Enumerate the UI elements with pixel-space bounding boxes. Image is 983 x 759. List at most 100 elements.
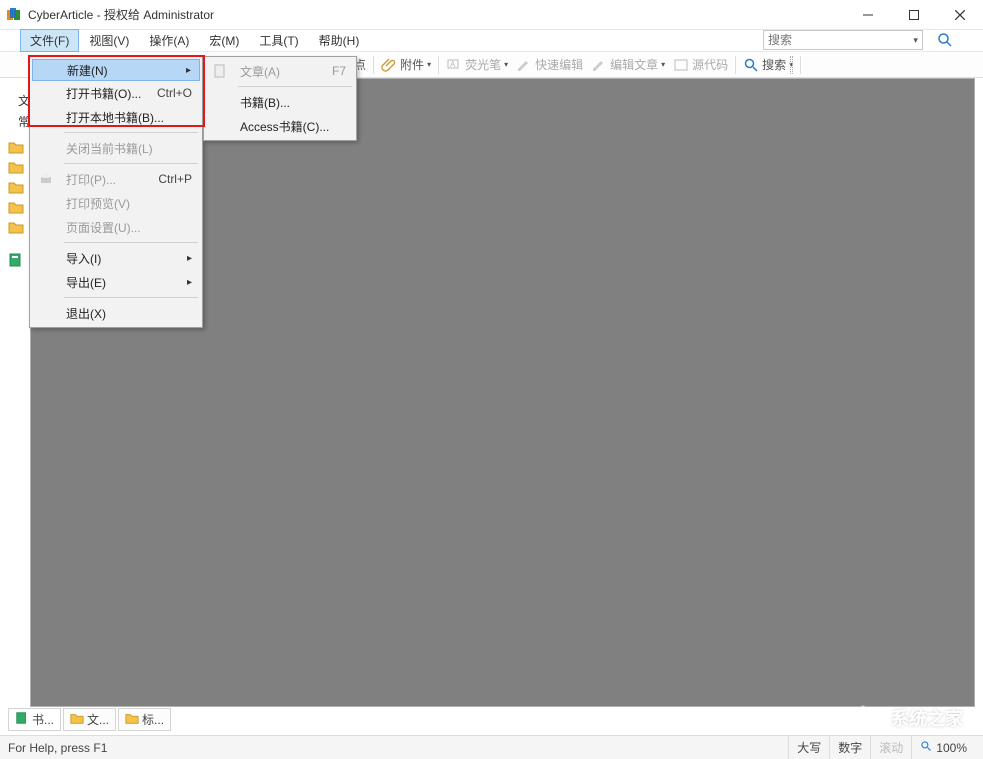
menu-shortcut: Ctrl+O <box>157 86 192 100</box>
menu-macro[interactable]: 宏(M) <box>199 29 249 52</box>
tab-docs[interactable]: 文... <box>63 708 116 731</box>
submenu-arrow-icon: ▸ <box>186 65 191 76</box>
submenu-item-access-book[interactable]: Access书籍(C)... <box>206 114 354 138</box>
menu-item-close-current: 关闭当前书籍(L) <box>32 136 200 160</box>
folder-icon[interactable] <box>8 140 24 154</box>
window-controls <box>845 0 983 30</box>
menu-separator <box>64 132 198 133</box>
status-caps: 大写 <box>788 736 829 759</box>
watermark-text: 系统之家 <box>891 705 963 731</box>
toolbar-search[interactable]: 搜索 ▾ <box>740 54 796 75</box>
close-button[interactable] <box>937 0 983 30</box>
separator <box>373 56 374 74</box>
separator <box>438 56 439 74</box>
bottom-tabs: 书... 文... 标... <box>8 708 171 731</box>
pencil-icon <box>516 57 532 73</box>
menu-item-label: 导入(I) <box>66 250 101 267</box>
tab-label: 标... <box>142 711 164 728</box>
menu-separator <box>64 242 198 243</box>
submenu-arrow-icon: ▸ <box>187 253 192 264</box>
menu-view[interactable]: 视图(V) <box>79 29 139 52</box>
zoom-value: 100% <box>936 741 967 755</box>
menu-item-import[interactable]: 导入(I) ▸ <box>32 246 200 270</box>
folder-icon <box>125 711 139 728</box>
menu-item-label: 关闭当前书籍(L) <box>66 140 153 157</box>
toolbar-source-label: 源代码 <box>692 56 728 73</box>
toolbar-editdoc[interactable]: 编辑文章 ▾ <box>588 54 668 75</box>
attachment-icon <box>381 57 397 73</box>
status-bar: For Help, press F1 大写 数字 滚动 100% <box>0 735 983 759</box>
svg-text:A: A <box>450 60 456 69</box>
chevron-down-icon: ▾ <box>661 60 665 69</box>
menu-item-label: 打印预览(V) <box>66 195 130 212</box>
submenu-item-article: 文章(A) F7 <box>206 59 354 83</box>
menu-item-label: 页面设置(U)... <box>66 219 141 236</box>
menu-file[interactable]: 文件(F) <box>20 29 79 52</box>
menu-tools[interactable]: 工具(T) <box>249 29 308 52</box>
menu-separator <box>64 297 198 298</box>
menu-item-new[interactable]: 新建(N) ▸ <box>32 59 200 81</box>
menu-item-label: 书籍(B)... <box>240 94 290 111</box>
separator <box>735 56 736 74</box>
menu-item-export[interactable]: 导出(E) ▸ <box>32 270 200 294</box>
toolbar-highlighter[interactable]: A 荧光笔 ▾ <box>443 54 511 75</box>
folder-icon[interactable] <box>8 160 24 174</box>
file-menu-dropdown: 新建(N) ▸ 打开书籍(O)... Ctrl+O 打开本地书籍(B)... 关… <box>29 56 203 328</box>
status-zoom: 100% <box>911 736 975 759</box>
new-submenu: 文章(A) F7 书籍(B)... Access书籍(C)... <box>203 56 357 141</box>
menu-action[interactable]: 操作(A) <box>139 29 199 52</box>
toolbar-grip[interactable] <box>790 56 793 74</box>
menu-item-label: 打印(P)... <box>66 171 116 188</box>
tab-label: 文... <box>87 711 109 728</box>
menu-item-print-preview: 打印预览(V) <box>32 191 200 215</box>
menu-shortcut: Ctrl+P <box>158 172 192 186</box>
toolbar-highlighter-label: 荧光笔 <box>465 56 501 73</box>
toolbar-source[interactable]: 源代码 <box>670 54 731 75</box>
folder-icon <box>70 711 84 728</box>
folder-icon[interactable] <box>8 220 24 234</box>
search-icon[interactable] <box>937 32 953 51</box>
toolbar-quickedit[interactable]: 快速编辑 <box>513 54 586 75</box>
menu-item-label: 打开书籍(O)... <box>66 85 141 102</box>
menu-item-label: 新建(N) <box>67 62 108 79</box>
highlighter-icon: A <box>446 57 462 73</box>
menu-help[interactable]: 帮助(H) <box>309 29 370 52</box>
menu-item-label: Access书籍(C)... <box>240 118 329 135</box>
folder-icon[interactable] <box>8 200 24 214</box>
menu-item-print: 打印(P)... Ctrl+P <box>32 167 200 191</box>
status-scroll: 滚动 <box>870 736 911 759</box>
tab-tags[interactable]: 标... <box>118 708 171 731</box>
toolbar-attachment[interactable]: 附件 ▾ <box>378 54 434 75</box>
menu-item-exit[interactable]: 退出(X) <box>32 301 200 325</box>
source-icon <box>673 57 689 73</box>
menu-item-label: 打开本地书籍(B)... <box>66 109 164 126</box>
status-help-text: For Help, press F1 <box>8 741 107 755</box>
menu-separator <box>64 163 198 164</box>
toolbar-search-label: 搜索 <box>762 56 786 73</box>
menu-item-label: 文章(A) <box>240 63 280 80</box>
book-icon[interactable] <box>8 252 24 271</box>
menu-item-label: 导出(E) <box>66 274 106 291</box>
tab-books[interactable]: 书... <box>8 708 61 731</box>
menu-separator <box>238 86 352 87</box>
status-num: 数字 <box>829 736 870 759</box>
window-title: CyberArticle - 授权给 Administrator <box>28 6 214 23</box>
search-dropdown-icon[interactable]: ▾ <box>909 35 922 46</box>
folder-icon[interactable] <box>8 180 24 194</box>
menu-shortcut: F7 <box>332 64 346 78</box>
submenu-item-book[interactable]: 书籍(B)... <box>206 90 354 114</box>
title-bar: CyberArticle - 授权给 Administrator <box>0 0 983 30</box>
menu-bar: 文件(F) 视图(V) 操作(A) 宏(M) 工具(T) 帮助(H) ▾ <box>0 30 983 52</box>
book-icon <box>15 711 29 728</box>
menu-item-open-book[interactable]: 打开书籍(O)... Ctrl+O <box>32 81 200 105</box>
zoom-icon[interactable] <box>920 740 932 755</box>
search-box[interactable]: ▾ <box>763 30 923 50</box>
search-input[interactable] <box>764 33 909 47</box>
minimize-button[interactable] <box>845 0 891 30</box>
menu-item-open-local-book[interactable]: 打开本地书籍(B)... <box>32 105 200 129</box>
maximize-button[interactable] <box>891 0 937 30</box>
search-icon <box>743 57 759 73</box>
toolbar-quickedit-label: 快速编辑 <box>535 56 583 73</box>
document-icon <box>212 63 228 79</box>
tab-label: 书... <box>32 711 54 728</box>
